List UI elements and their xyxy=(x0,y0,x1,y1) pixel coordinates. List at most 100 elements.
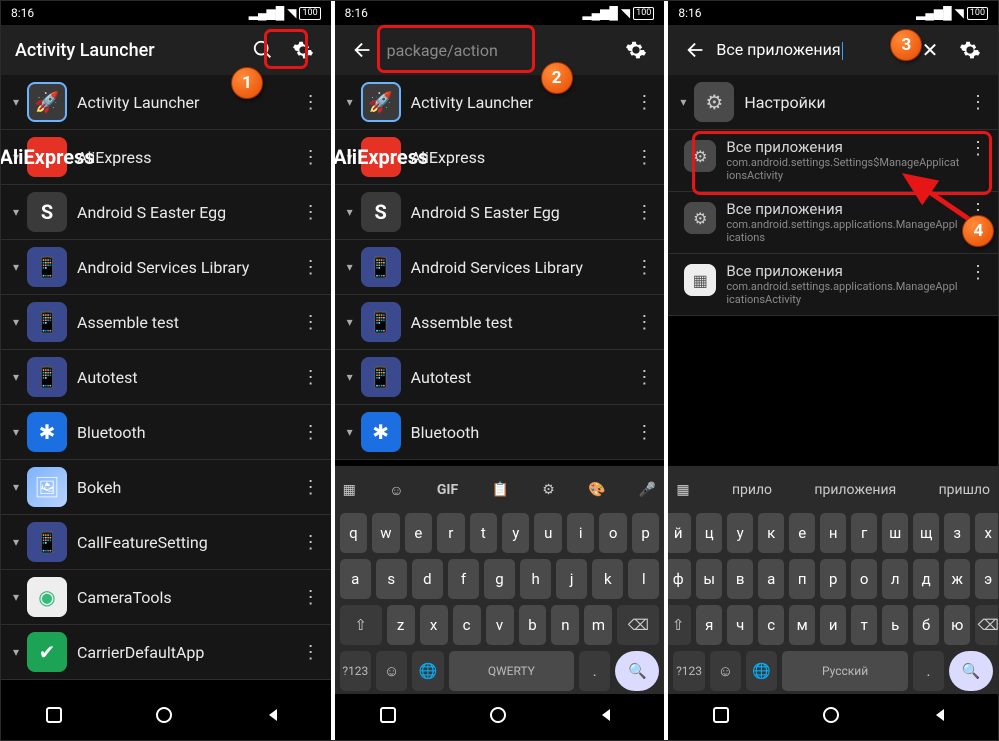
search-input[interactable] xyxy=(383,39,617,62)
kbd-palette-icon[interactable]: 🎨 xyxy=(588,482,605,498)
key-й[interactable]: й xyxy=(668,513,691,553)
list-item[interactable]: ▾ 📱 Autotest ⋮ xyxy=(1,350,331,405)
key-ь[interactable]: ь xyxy=(882,605,908,645)
key-o[interactable]: o xyxy=(599,513,626,553)
key-ф[interactable]: ф xyxy=(668,559,691,599)
list-item[interactable]: ▾ ✱ Bluetooth ⋮ xyxy=(335,405,665,460)
more-button[interactable]: ⋮ xyxy=(299,422,323,443)
more-button[interactable]: ⋮ xyxy=(299,532,323,553)
period-key[interactable]: . xyxy=(579,651,610,691)
globe-key[interactable]: 🌐 xyxy=(746,651,777,691)
nav-recent[interactable] xyxy=(376,703,404,731)
key-у[interactable]: у xyxy=(727,513,753,553)
key-g[interactable]: g xyxy=(484,559,515,599)
list-item[interactable]: ▾ 📱 Assemble test ⋮ xyxy=(1,295,331,350)
key-d[interactable]: d xyxy=(412,559,443,599)
shift-key[interactable]: ⇧ xyxy=(668,605,691,645)
more-button[interactable]: ⋮ xyxy=(632,422,656,443)
activity-item[interactable]: ⚙ Все приложения com.android.settings.Se… xyxy=(668,130,998,192)
kbd-clipboard-icon[interactable]: 📋 xyxy=(491,482,508,498)
settings-button[interactable] xyxy=(950,30,990,70)
app-list[interactable]: ▾ 🚀 Activity Launcher ⋮ ▾ AliExpress Ali… xyxy=(335,75,665,460)
list-item[interactable]: ▾ 🖼 Bokeh ⋮ xyxy=(1,460,331,515)
nav-home[interactable] xyxy=(486,703,514,731)
more-button[interactable]: ⋮ xyxy=(632,367,656,388)
key-z[interactable]: z xyxy=(387,605,415,645)
list-item[interactable]: ▾ 📱 Android Services Library ⋮ xyxy=(1,240,331,295)
key-c[interactable]: c xyxy=(453,605,481,645)
key-н[interactable]: н xyxy=(820,513,846,553)
key-е[interactable]: е xyxy=(789,513,815,553)
list-item[interactable]: ▾ ◉ CameraTools ⋮ xyxy=(1,570,331,625)
key-ц[interactable]: ц xyxy=(696,513,722,553)
key-т[interactable]: т xyxy=(851,605,877,645)
kbd-gif-icon[interactable]: GIF xyxy=(437,482,458,498)
key-r[interactable]: r xyxy=(437,513,464,553)
key-u[interactable]: u xyxy=(534,513,561,553)
key-n[interactable]: n xyxy=(551,605,579,645)
key-х[interactable]: х xyxy=(975,513,998,553)
key-я[interactable]: я xyxy=(696,605,722,645)
search-key[interactable]: 🔍 xyxy=(615,651,659,691)
key-i[interactable]: i xyxy=(567,513,594,553)
list-item[interactable]: ▾ S Android S Easter Egg ⋮ xyxy=(335,185,665,240)
more-button[interactable]: ⋮ xyxy=(299,367,323,388)
activity-item[interactable]: ⚙ Все приложения com.android.settings.ap… xyxy=(668,192,998,254)
suggestion[interactable]: прило xyxy=(732,482,772,498)
period-key[interactable]: . xyxy=(913,651,944,691)
app-list[interactable]: ▾ 🚀 Activity Launcher ⋮ ▾ AliExpress Ali… xyxy=(1,75,331,680)
key-q[interactable]: q xyxy=(340,513,367,553)
key-щ[interactable]: щ xyxy=(913,513,939,553)
key-e[interactable]: e xyxy=(405,513,432,553)
kbd-grid-icon[interactable]: ▦ xyxy=(343,482,356,498)
shift-key[interactable]: ⇧ xyxy=(340,605,382,645)
key-б[interactable]: б xyxy=(913,605,939,645)
space-key[interactable]: QWERTY xyxy=(449,651,574,691)
group-header[interactable]: ▾ ⚙ Настройки ⋮ xyxy=(668,75,998,130)
key-p[interactable]: p xyxy=(632,513,659,553)
key-ш[interactable]: ш xyxy=(882,513,908,553)
key-w[interactable]: w xyxy=(372,513,399,553)
settings-button[interactable] xyxy=(283,30,323,70)
key-и[interactable]: и xyxy=(820,605,846,645)
key-j[interactable]: j xyxy=(556,559,587,599)
backspace-key[interactable]: ⌫ xyxy=(975,605,998,645)
space-key[interactable]: Русский xyxy=(782,651,907,691)
nav-home[interactable] xyxy=(152,703,180,731)
key-о[interactable]: о xyxy=(851,559,877,599)
list-item[interactable]: ▾ 🚀 Activity Launcher ⋮ xyxy=(335,75,665,130)
keyboard[interactable]: ▦ прило приложения пришло йцукенгшщзхфыв… xyxy=(668,466,998,694)
list-item[interactable]: ▾ 📱 CallFeatureSetting ⋮ xyxy=(1,515,331,570)
more-button[interactable]: ⋮ xyxy=(299,202,323,223)
key-э[interactable]: э xyxy=(975,559,998,599)
emoji-key[interactable]: ☺ xyxy=(710,651,741,691)
more-button[interactable]: ⋮ xyxy=(299,92,323,113)
list-item[interactable]: ▾ 📱 Assemble test ⋮ xyxy=(335,295,665,350)
key-ж[interactable]: ж xyxy=(944,559,970,599)
key-к[interactable]: к xyxy=(758,513,784,553)
more-button[interactable]: ⋮ xyxy=(966,92,990,113)
key-д[interactable]: д xyxy=(913,559,939,599)
more-button[interactable]: ⋮ xyxy=(299,587,323,608)
key-a[interactable]: a xyxy=(340,559,371,599)
search-button[interactable] xyxy=(243,30,283,70)
more-button[interactable]: ⋮ xyxy=(299,477,323,498)
more-button[interactable]: ⋮ xyxy=(632,147,656,168)
nav-recent[interactable] xyxy=(42,703,70,731)
key-h[interactable]: h xyxy=(520,559,551,599)
more-button[interactable]: ⋮ xyxy=(299,642,323,663)
key-м[interactable]: м xyxy=(789,605,815,645)
numbers-key[interactable]: ?123 xyxy=(673,651,704,691)
suggestion[interactable]: приложения xyxy=(814,482,896,498)
key-а[interactable]: а xyxy=(758,559,784,599)
list-item[interactable]: ▾ S Android S Easter Egg ⋮ xyxy=(1,185,331,240)
nav-back[interactable] xyxy=(929,703,957,731)
key-m[interactable]: m xyxy=(584,605,612,645)
key-t[interactable]: t xyxy=(470,513,497,553)
more-button[interactable]: ⋮ xyxy=(966,138,990,159)
more-button[interactable]: ⋮ xyxy=(632,202,656,223)
kbd-settings-icon[interactable]: ⚙ xyxy=(542,482,555,498)
list-item[interactable]: ▾ 📱 Android Services Library ⋮ xyxy=(335,240,665,295)
more-button[interactable]: ⋮ xyxy=(299,312,323,333)
nav-home[interactable] xyxy=(819,703,847,731)
